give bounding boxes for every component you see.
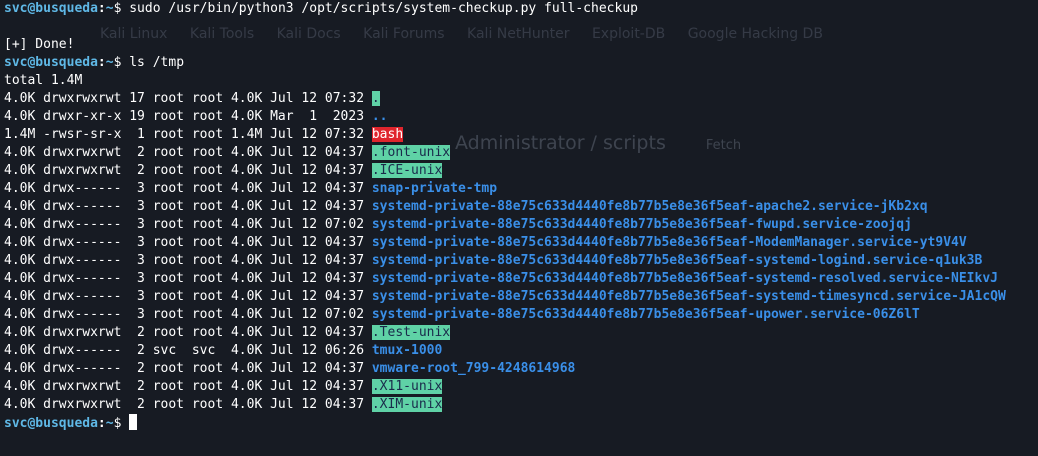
listing-entry-name: .X11-unix: [371, 379, 443, 394]
listing-entry-name: bash: [371, 127, 404, 142]
listing-row: 4.0K drwx------ 3 root root 4.0K Jul 12 …: [4, 234, 1034, 252]
listing-row: 1.4M -rwsr-sr-x 1 root root 1.4M Jul 12 …: [4, 126, 1034, 144]
output-line: total 1.4M: [4, 72, 1034, 90]
listing-entry-name: vmware-root_799-4248614968: [371, 361, 576, 376]
listing-entry-name: systemd-private-88e75c633d4440fe8b77b5e8…: [371, 307, 920, 322]
listing-row: 4.0K drwx------ 3 root root 4.0K Jul 12 …: [4, 270, 1034, 288]
listing-metadata: 4.0K drwx------ 3 root root 4.0K Jul 12 …: [4, 235, 372, 250]
listing-metadata: 4.0K drwx------ 2 svc svc 4.0K Jul 12 06…: [4, 343, 372, 358]
listing-metadata: 4.0K drwx------ 3 root root 4.0K Jul 12 …: [4, 253, 372, 268]
listing-entry-name: tmux-1000: [371, 343, 443, 358]
prompt-path: ~: [105, 1, 114, 16]
listing-metadata: 4.0K drwxrwxrwt 2 root root 4.0K Jul 12 …: [4, 325, 372, 340]
prompt-separator: :: [97, 416, 106, 431]
terminal-output: svc@busqueda:~$ sudo /usr/bin/python3 /o…: [4, 0, 1034, 432]
listing-row: 4.0K drwx------ 3 root root 4.0K Jul 12 …: [4, 180, 1034, 198]
output-text: [+] Done!: [4, 37, 75, 52]
output-text: total 1.4M: [4, 73, 83, 88]
listing-row: 4.0K drwx------ 3 root root 4.0K Jul 12 …: [4, 198, 1034, 216]
listing-entry-name: snap-private-tmp: [371, 181, 498, 196]
listing-metadata: 1.4M -rwsr-sr-x 1 root root 1.4M Jul 12 …: [4, 127, 372, 142]
listing-entry-name: systemd-private-88e75c633d4440fe8b77b5e8…: [371, 235, 967, 250]
prompt-path: ~: [105, 55, 114, 70]
listing-entry-name: systemd-private-88e75c633d4440fe8b77b5e8…: [371, 271, 998, 286]
listing-metadata: 4.0K drwxrwxrwt 2 root root 4.0K Jul 12 …: [4, 163, 372, 178]
listing-row: 4.0K drwxrwxrwt 2 root root 4.0K Jul 12 …: [4, 324, 1034, 342]
prompt-separator: :: [97, 1, 106, 16]
listing-row: 4.0K drwxrwxrwt 2 root root 4.0K Jul 12 …: [4, 162, 1034, 180]
listing-row: 4.0K drwx------ 3 root root 4.0K Jul 12 …: [4, 216, 1034, 234]
prompt-user-host: svc@busqueda: [4, 1, 98, 16]
listing-metadata: 4.0K drwxrwxrwt 2 root root 4.0K Jul 12 …: [4, 397, 372, 412]
listing-entry-name: ..: [371, 109, 388, 124]
listing-entry-name: systemd-private-88e75c633d4440fe8b77b5e8…: [371, 199, 928, 214]
prompt-dollar: $: [113, 1, 130, 16]
prompt-user-host: svc@busqueda: [4, 55, 98, 70]
prompt-dollar: $: [113, 55, 130, 70]
terminal-window[interactable]: Kali Linux Kali Tools Kali Docs Kali For…: [0, 0, 1038, 456]
prompt-dollar: $: [113, 416, 130, 431]
command-text: sudo /usr/bin/python3 /opt/scripts/syste…: [129, 1, 638, 16]
listing-metadata: 4.0K drwx------ 3 root root 4.0K Jul 12 …: [4, 307, 372, 322]
listing-metadata: 4.0K drwxrwxrwt 2 root root 4.0K Jul 12 …: [4, 379, 372, 394]
listing-row: 4.0K drwx------ 3 root root 4.0K Jul 12 …: [4, 306, 1034, 324]
command-text: ls /tmp: [129, 55, 185, 70]
listing-row: 4.0K drwxrwxrwt 2 root root 4.0K Jul 12 …: [4, 378, 1034, 396]
listing-row: 4.0K drwxrwxrwt 2 root root 4.0K Jul 12 …: [4, 396, 1034, 414]
prompt-line: svc@busqueda:~$: [4, 414, 1034, 432]
prompt-line: svc@busqueda:~$ sudo /usr/bin/python3 /o…: [4, 0, 1034, 18]
listing-entry-name: .: [371, 91, 380, 106]
text-cursor[interactable]: [129, 414, 138, 430]
listing-row: 4.0K drwx------ 3 root root 4.0K Jul 12 …: [4, 252, 1034, 270]
listing-metadata: 4.0K drwx------ 3 root root 4.0K Jul 12 …: [4, 181, 372, 196]
listing-metadata: 4.0K drwx------ 3 root root 4.0K Jul 12 …: [4, 271, 372, 286]
listing-entry-name: .ICE-unix: [371, 163, 443, 178]
prompt-separator: :: [97, 55, 106, 70]
listing-row: 4.0K drwx------ 2 svc svc 4.0K Jul 12 06…: [4, 342, 1034, 360]
listing-row: 4.0K drwxrwxrwt 2 root root 4.0K Jul 12 …: [4, 144, 1034, 162]
listing-entry-name: systemd-private-88e75c633d4440fe8b77b5e8…: [371, 289, 1006, 304]
prompt-user-host: svc@busqueda: [4, 416, 98, 431]
output-line: [+] Done!: [4, 36, 1034, 54]
listing-metadata: 4.0K drwx------ 2 root root 4.0K Jul 12 …: [4, 361, 372, 376]
listing-metadata: 4.0K drwx------ 3 root root 4.0K Jul 12 …: [4, 199, 372, 214]
listing-metadata: 4.0K drwxr-xr-x 19 root root 4.0K Mar 1 …: [4, 109, 372, 124]
listing-metadata: 4.0K drwxrwxrwt 17 root root 4.0K Jul 12…: [4, 91, 372, 106]
listing-metadata: 4.0K drwxrwxrwt 2 root root 4.0K Jul 12 …: [4, 145, 372, 160]
listing-entry-name: .font-unix: [371, 145, 451, 160]
listing-entry-name: systemd-private-88e75c633d4440fe8b77b5e8…: [371, 217, 912, 232]
listing-metadata: 4.0K drwx------ 3 root root 4.0K Jul 12 …: [4, 217, 372, 232]
listing-row: 4.0K drwx------ 2 root root 4.0K Jul 12 …: [4, 360, 1034, 378]
listing-entry-name: systemd-private-88e75c633d4440fe8b77b5e8…: [371, 253, 983, 268]
prompt-line: svc@busqueda:~$ ls /tmp: [4, 54, 1034, 72]
prompt-path: ~: [105, 416, 114, 431]
listing-row: 4.0K drwx------ 3 root root 4.0K Jul 12 …: [4, 288, 1034, 306]
listing-entry-name: .Test-unix: [371, 325, 451, 340]
listing-entry-name: .XIM-unix: [371, 397, 443, 412]
listing-row: 4.0K drwxrwxrwt 17 root root 4.0K Jul 12…: [4, 90, 1034, 108]
listing-row: 4.0K drwxr-xr-x 19 root root 4.0K Mar 1 …: [4, 108, 1034, 126]
listing-metadata: 4.0K drwx------ 3 root root 4.0K Jul 12 …: [4, 289, 372, 304]
